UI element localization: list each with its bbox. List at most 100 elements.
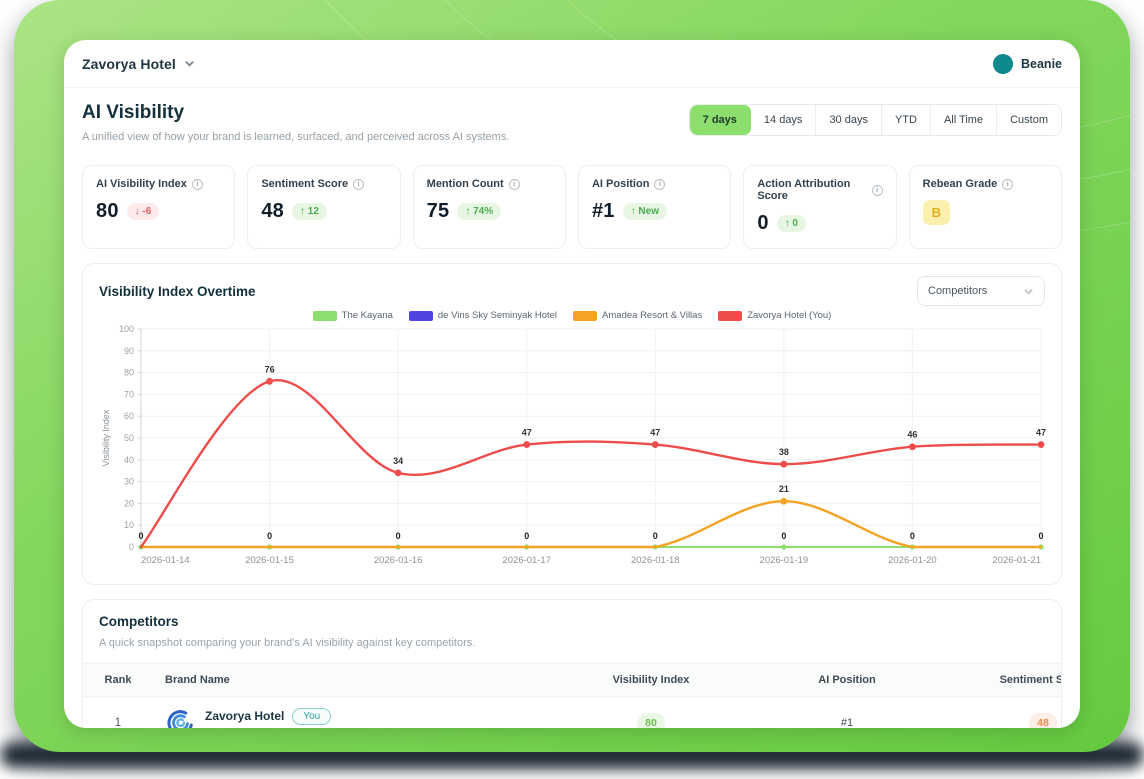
data-label: 34 xyxy=(393,456,403,466)
chevron-down-icon xyxy=(1024,288,1033,295)
sentiment-score-pill: 48 xyxy=(1029,713,1057,728)
metric-badge: B xyxy=(922,200,951,225)
metric-card-ai-position: AI Position i #1 ↑ New xyxy=(577,165,732,249)
row-brand-name: Zavorya Hotel xyxy=(205,709,285,723)
sentiment-score-cell: 48 xyxy=(945,713,1061,728)
legend-swatch xyxy=(312,310,337,321)
x-tick-label: 2026-01-15 xyxy=(245,555,294,566)
y-tick-label: 20 xyxy=(124,498,134,508)
metric-card-rebean-grade: Rebean Grade i B xyxy=(908,165,1062,249)
data-label: 47 xyxy=(522,428,532,438)
time-filter-14-days[interactable]: 14 days xyxy=(750,105,817,135)
metric-label: Sentiment Score i xyxy=(261,178,386,190)
y-tick-label: 80 xyxy=(124,368,134,378)
competitors-title: Competitors xyxy=(99,614,179,629)
legend-swatch xyxy=(718,310,743,321)
metric-value: 0 xyxy=(757,212,769,234)
column-header-sentiment-score: Sentiment Score xyxy=(945,674,1061,686)
data-point xyxy=(781,544,787,550)
dropdown-label: Competitors xyxy=(928,285,988,297)
y-tick-label: 10 xyxy=(124,520,134,530)
x-tick-label: 2026-01-20 xyxy=(888,555,937,566)
legend-label: Amadea Resort & Villas xyxy=(602,310,703,321)
zero-label: 0 xyxy=(138,531,143,541)
info-icon[interactable]: i xyxy=(508,178,520,190)
chart-title: Visibility Index Overtime xyxy=(99,283,256,299)
you-badge: You xyxy=(292,707,332,725)
zero-label: 0 xyxy=(396,531,401,541)
time-filter-custom[interactable]: Custom xyxy=(997,105,1061,135)
metric-card-sentiment-score: Sentiment Score i 48 ↑ 12 xyxy=(247,165,401,249)
metric-value: 80 xyxy=(96,200,119,222)
table-header-row: Rank Brand Name Visibility Index AI Positio… xyxy=(83,663,1061,697)
metric-label: Rebean Grade i xyxy=(923,178,1048,190)
time-filter-7-days[interactable]: 7 days xyxy=(689,105,751,135)
chevron-down-icon xyxy=(185,61,194,67)
legend-item: Amadea Resort & Villas xyxy=(573,310,702,321)
time-range-filter: 7 days 14 days 30 days YTD All Time Custom xyxy=(688,104,1062,136)
y-tick-label: 100 xyxy=(119,324,134,334)
x-tick-label: 2026-01-16 xyxy=(374,555,423,566)
x-tick-label: 2026-01-21 xyxy=(992,555,1041,566)
competitors-table: Rank Brand Name Visibility Index AI Positio… xyxy=(83,663,1061,728)
data-point xyxy=(394,469,402,477)
y-tick-label: 40 xyxy=(124,455,134,465)
ai-position-cell: #1 xyxy=(840,717,854,728)
data-label: 47 xyxy=(1036,428,1046,438)
info-icon[interactable]: i xyxy=(191,178,203,190)
user-chip[interactable]: Beanie xyxy=(993,53,1062,74)
info-icon[interactable]: i xyxy=(1002,178,1014,190)
legend-swatch xyxy=(573,310,598,321)
time-filter-ytd[interactable]: YTD xyxy=(881,105,931,135)
x-tick-label: 2026-01-19 xyxy=(760,555,809,566)
user-name: Beanie xyxy=(1021,56,1062,71)
time-filter-30-days[interactable]: 30 days xyxy=(816,105,882,135)
metric-badge: ↑ 12 xyxy=(291,203,327,220)
metric-label: Mention Count i xyxy=(427,178,552,190)
series-line-amadea-resort-villas xyxy=(139,500,1043,549)
competitors-dropdown[interactable]: Competitors xyxy=(917,276,1045,306)
legend-item: de Vins Sky Seminyak Hotel xyxy=(408,310,557,321)
info-icon[interactable]: i xyxy=(353,178,365,190)
visibility-index-pill: 80 xyxy=(637,713,665,728)
metric-card-ai-visibility-index: AI Visibility Index i 80 ↓ -6 xyxy=(82,165,236,249)
brand-text: Zavorya Hotel You https://www.zavoryahotel… xyxy=(205,707,340,729)
metric-value-row: 80 ↓ -6 xyxy=(96,200,221,223)
metric-badge: ↑ New xyxy=(622,203,667,220)
zero-label: 0 xyxy=(1038,531,1043,541)
info-icon[interactable]: i xyxy=(871,184,883,196)
brand-url[interactable]: https://www.zavoryahotel.com/ xyxy=(205,728,340,729)
metric-value: #1 xyxy=(591,200,615,222)
brand-logo xyxy=(167,710,193,728)
data-point xyxy=(780,460,788,468)
metric-label: AI Position i xyxy=(592,178,717,190)
zero-label: 0 xyxy=(910,531,915,541)
metric-value-row: 75 ↑ 74% xyxy=(427,200,552,223)
visibility-index-cell: 80 xyxy=(553,713,749,728)
zero-label: 0 xyxy=(524,531,529,541)
x-tick-label: 2026-01-14 xyxy=(141,555,190,566)
brand-name-line: Zavorya Hotel You xyxy=(205,707,340,725)
metric-badge: ↑ 0 xyxy=(776,215,806,232)
x-tick-label: 2026-01-18 xyxy=(631,555,680,566)
data-label: 46 xyxy=(907,430,917,440)
info-icon[interactable]: i xyxy=(654,178,666,190)
series-line-zavorya-hotel-you- xyxy=(139,379,1043,549)
table-row[interactable]: 1 Zavorya Hotel You https://www.zavoryahote… xyxy=(83,697,1061,728)
metric-value: 75 xyxy=(426,200,450,222)
brand-switcher[interactable]: Zavorya Hotel xyxy=(82,56,195,72)
title-block: AI Visibility A unified view of how your… xyxy=(82,102,509,143)
metric-label: AI Visibility Index i xyxy=(96,178,221,190)
metric-value: 48 xyxy=(261,200,284,222)
metric-value-row: 48 ↑ 12 xyxy=(261,200,386,223)
time-filter-all-time[interactable]: All Time xyxy=(930,105,998,135)
page: Zavorya Hotel Beanie AI Visibility A uni… xyxy=(0,0,1144,779)
main-content: AI Visibility A unified view of how your… xyxy=(64,102,1080,728)
zero-label: 0 xyxy=(267,531,272,541)
column-header-visibility-index: Visibility Index xyxy=(553,674,749,686)
data-label: 47 xyxy=(650,428,660,438)
legend-item: Zavorya Hotel (You) xyxy=(718,310,831,321)
zero-label: 0 xyxy=(781,531,786,541)
legend-swatch xyxy=(408,310,433,321)
metric-label-text: AI Position xyxy=(591,178,650,190)
